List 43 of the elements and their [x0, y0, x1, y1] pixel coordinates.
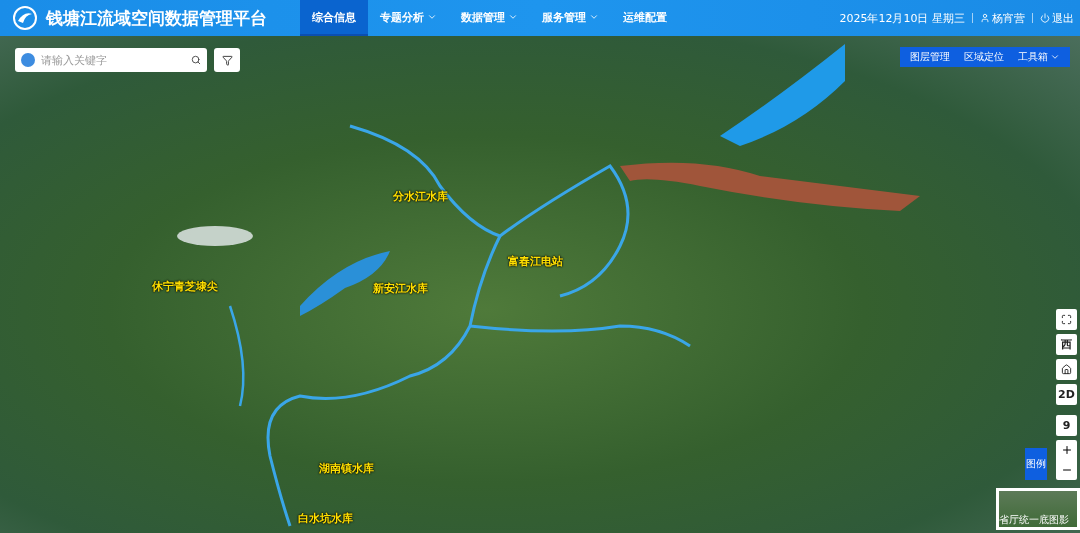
home-icon: [1061, 364, 1072, 375]
logo-icon: [21, 53, 35, 67]
map-label: 新安江水库: [372, 280, 428, 296]
power-icon: [1040, 13, 1050, 23]
toolbar-button[interactable]: 图层管理: [904, 50, 956, 64]
map-mode-button[interactable]: 2D: [1056, 384, 1077, 405]
user-icon: [980, 13, 990, 23]
plus-icon: [1060, 444, 1073, 456]
chevron-down-icon: [1050, 52, 1060, 62]
fullscreen-icon: [1061, 314, 1072, 325]
logo-icon: [12, 5, 38, 31]
chevron-down-icon: [589, 12, 599, 22]
basemap-switcher[interactable]: 省厅统一底图影: [996, 488, 1080, 530]
map-label: 休宁青芝埭尖: [152, 278, 218, 294]
date-text: 2025年12月10日 星期三: [839, 10, 965, 26]
logout-link[interactable]: 退出: [1040, 10, 1074, 26]
search-icon[interactable]: [191, 55, 201, 65]
zoom-level: 9: [1056, 415, 1077, 436]
nav-tab[interactable]: 综合信息: [300, 0, 368, 36]
filter-icon: [221, 54, 233, 66]
chevron-down-icon: [508, 12, 518, 22]
chevron-down-icon: [427, 12, 437, 22]
fullscreen-button[interactable]: [1056, 309, 1077, 330]
filter-button[interactable]: [214, 48, 240, 72]
map-label: 分水江水库: [392, 188, 448, 204]
satellite-map[interactable]: [0, 36, 1080, 533]
home-button[interactable]: [1056, 359, 1077, 380]
map-label: 富春江电站: [507, 253, 563, 269]
basemap-label: 省厅统一底图影: [999, 513, 1069, 527]
toolbar-button[interactable]: 区域定位: [958, 50, 1010, 64]
nav-tab[interactable]: 数据管理: [449, 0, 530, 36]
nav-tab[interactable]: 服务管理: [530, 0, 611, 36]
toolbar-button[interactable]: 工具箱: [1012, 50, 1066, 64]
map-label: 白水坑水库: [297, 510, 353, 526]
legend-button[interactable]: 图例: [1025, 448, 1047, 480]
nav-tab[interactable]: 运维配置: [611, 0, 679, 36]
nav-tab[interactable]: 专题分析: [368, 0, 449, 36]
search-field[interactable]: 请输入关键字: [15, 48, 207, 72]
app-title: 钱塘江流域空间数据管理平台: [46, 6, 267, 30]
map-label: 湖南镇水库: [318, 460, 374, 476]
map-mode-button[interactable]: 西: [1056, 334, 1077, 355]
user-link[interactable]: 杨宵营: [980, 10, 1025, 26]
search-input[interactable]: 请输入关键字: [41, 54, 113, 66]
